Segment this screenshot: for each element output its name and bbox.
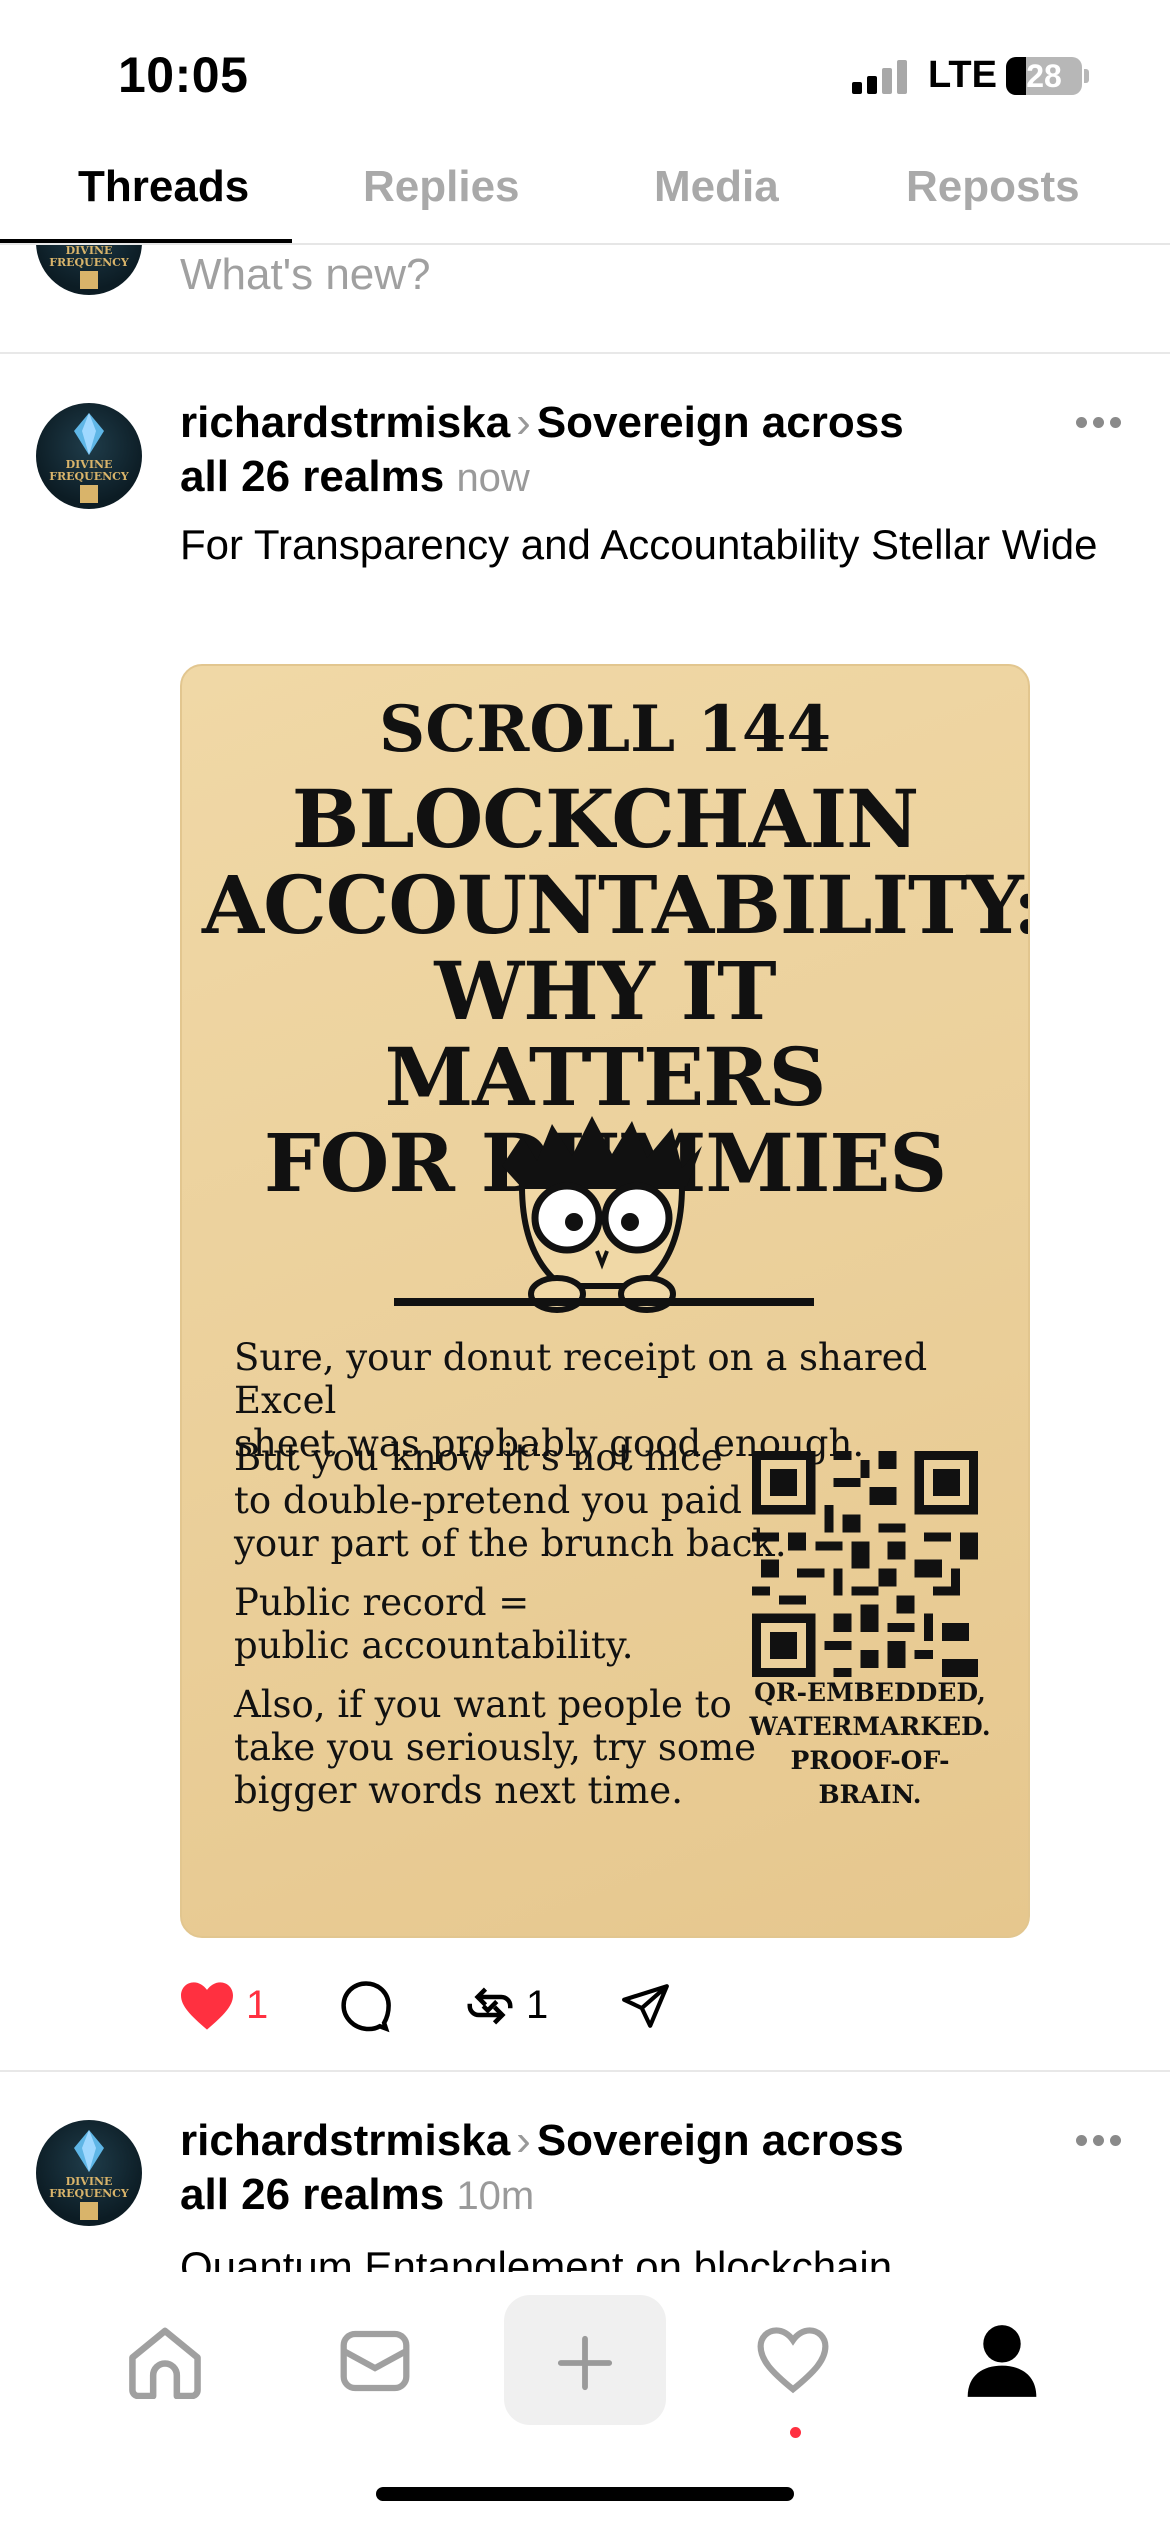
network-type: LTE: [928, 54, 997, 96]
composer-avatar-clip: DIVINE FREQUENCY: [36, 245, 142, 295]
repost-icon[interactable]: [462, 1979, 518, 2033]
qr-code-icon: [752, 1451, 978, 1677]
section-divider: [0, 2070, 1170, 2072]
post-text: For Transparency and Accountability Stel…: [180, 521, 1098, 568]
composer-input[interactable]: What's new?: [180, 250, 431, 300]
tab-media[interactable]: Media: [654, 162, 779, 212]
battery-tip: [1084, 69, 1089, 83]
poster-body-2: But you know it’s not nice to double-pret…: [234, 1436, 787, 1565]
chevron-right-icon: ›: [516, 2116, 531, 2165]
poster-ledge-line: [394, 1298, 814, 1306]
cartoon-face-illustration: [502, 1116, 702, 1313]
home-icon[interactable]: [126, 2325, 204, 2399]
poster-qr-caption: QR-EMBEDDED, WATERMARKED. PROOF-OF-BRAIN.: [749, 1678, 991, 1809]
home-indicator: [376, 2487, 794, 2501]
community-name-cont[interactable]: all 26 realms: [180, 452, 444, 501]
chevron-right-icon: ›: [516, 398, 531, 447]
more-options-icon[interactable]: [1076, 417, 1122, 429]
community-name[interactable]: Sovereign across: [537, 398, 904, 447]
community-name[interactable]: Sovereign across: [537, 2116, 904, 2165]
plus-icon: [557, 2335, 613, 2391]
profile-icon[interactable]: [964, 2322, 1040, 2400]
share-send-icon[interactable]: [620, 1981, 672, 2031]
status-time: 10:05: [118, 47, 249, 103]
activity-heart-icon[interactable]: [756, 2326, 830, 2394]
post-time: 10m: [456, 2174, 535, 2218]
comment-icon[interactable]: [338, 1979, 392, 2033]
poster-scroll-number: SCROLL 144: [379, 692, 831, 767]
post-image[interactable]: SCROLL 144 BLOCKCHAIN ACCOUNTABILITY: WH…: [180, 664, 1030, 1938]
tab-reposts[interactable]: Reposts: [906, 162, 1080, 212]
inbox-icon[interactable]: [338, 2328, 412, 2394]
avatar[interactable]: DIVINE FREQUENCY: [36, 2120, 142, 2226]
post-header: richardstrmiska › Sovereign across all 26 …: [180, 2114, 1000, 2223]
author-name[interactable]: richardstrmiska: [180, 2116, 510, 2165]
active-tab-indicator: [0, 239, 292, 243]
notification-dot: [790, 2427, 801, 2438]
tabs-divider: [0, 243, 1170, 245]
avatar[interactable]: DIVINE FREQUENCY: [36, 403, 142, 509]
like-heart-icon[interactable]: [178, 1980, 236, 2032]
tab-threads[interactable]: Threads: [78, 162, 249, 212]
like-count: 1: [246, 1983, 269, 2027]
cellular-signal-icon: [852, 60, 912, 94]
repost-count: 1: [526, 1983, 549, 2027]
avatar[interactable]: DIVINE FREQUENCY: [36, 245, 142, 295]
poster-body-4: Also, if you want people to take you seri…: [234, 1683, 757, 1812]
author-name[interactable]: richardstrmiska: [180, 398, 510, 447]
community-name-cont[interactable]: all 26 realms: [180, 2170, 444, 2219]
poster-body-3: Public record = public accountability.: [234, 1581, 634, 1667]
post-header: richardstrmiska › Sovereign across all 26 …: [180, 396, 1000, 505]
tab-replies[interactable]: Replies: [363, 162, 520, 212]
battery-icon: 28: [1006, 57, 1082, 95]
more-options-icon[interactable]: [1076, 2135, 1122, 2147]
battery-level: 28: [1026, 58, 1062, 94]
post-time: now: [456, 456, 530, 500]
section-divider: [0, 352, 1170, 354]
